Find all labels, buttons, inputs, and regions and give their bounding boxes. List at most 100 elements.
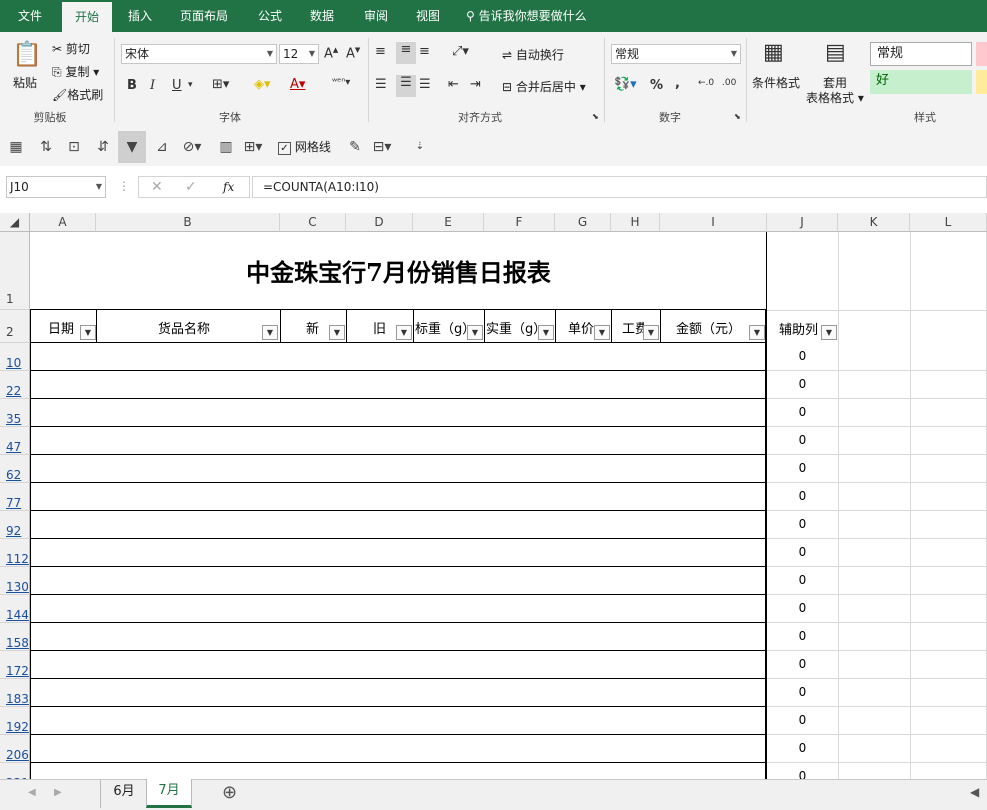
column-header-l[interactable]: L bbox=[910, 213, 987, 232]
filter-dropdown-icon[interactable]: ▼ bbox=[329, 325, 345, 340]
helper-cell[interactable]: 0 bbox=[767, 769, 838, 779]
orientation-icon[interactable]: ⤢▾ bbox=[452, 44, 469, 59]
column-header-j[interactable]: J bbox=[767, 213, 838, 232]
increase-decimal-icon[interactable]: ←.0 bbox=[698, 78, 714, 88]
wrap-text-button[interactable]: ⇌ 自动换行 bbox=[502, 46, 564, 63]
tab-view[interactable]: 视图 bbox=[406, 0, 450, 32]
table-format-button[interactable]: 表格格式 ▾ bbox=[806, 89, 864, 106]
helper-cell[interactable]: 0 bbox=[767, 489, 838, 503]
number-format-combo[interactable]: 常规 ▼ bbox=[611, 44, 741, 64]
border-icon[interactable]: ⊞▾ bbox=[212, 77, 229, 92]
helper-cell[interactable]: 0 bbox=[767, 545, 838, 559]
column-header-k[interactable]: K bbox=[838, 213, 910, 232]
align-right-icon[interactable]: ☰ bbox=[419, 77, 431, 92]
select-all-corner[interactable]: ◢ bbox=[0, 213, 30, 232]
filter-dropdown-icon[interactable]: ▼ bbox=[538, 325, 554, 340]
prev-sheet-icon[interactable]: ◀ bbox=[28, 787, 36, 798]
helper-cell[interactable]: 0 bbox=[767, 461, 838, 475]
header-actual-weight[interactable]: 实重（g） bbox=[486, 318, 538, 337]
add-sheet-icon[interactable]: ⊕ bbox=[222, 782, 237, 803]
filter-dropdown-icon[interactable]: ▼ bbox=[594, 325, 610, 340]
table-row[interactable] bbox=[30, 567, 767, 594]
style-bad[interactable] bbox=[976, 42, 987, 66]
align-middle-icon[interactable]: ≡ bbox=[396, 42, 416, 64]
header-old[interactable]: 旧 bbox=[373, 318, 386, 337]
freeze-icon[interactable]: ⊡ bbox=[64, 137, 84, 157]
header-amount[interactable]: 金额（元） bbox=[676, 318, 741, 337]
underline-button[interactable]: U bbox=[172, 78, 182, 93]
row-header-2[interactable]: 2 bbox=[0, 310, 30, 343]
comma-button[interactable]: , bbox=[675, 76, 680, 91]
helper-cell[interactable]: 0 bbox=[767, 573, 838, 587]
row-header[interactable]: 35 bbox=[0, 399, 30, 427]
row-header[interactable]: 47 bbox=[0, 427, 30, 455]
column-header-g[interactable]: G bbox=[555, 213, 611, 232]
copy-button[interactable]: ⎘ 复制 ▾ bbox=[52, 63, 99, 80]
column-header-f[interactable]: F bbox=[484, 213, 555, 232]
row-header[interactable]: 221 bbox=[0, 763, 30, 779]
filter-active-icon[interactable]: ▼ bbox=[821, 325, 837, 340]
increase-font-icon[interactable]: A▲ bbox=[324, 46, 338, 61]
table-row[interactable] bbox=[30, 707, 767, 734]
column-header-i[interactable]: I bbox=[660, 213, 767, 232]
style-normal[interactable]: 常规 bbox=[870, 42, 972, 66]
table-row[interactable] bbox=[30, 511, 767, 538]
row-header[interactable]: 158 bbox=[0, 623, 30, 651]
filter-dropdown-icon[interactable]: ▼ bbox=[396, 325, 412, 340]
row-header[interactable]: 172 bbox=[0, 651, 30, 679]
helper-cell[interactable]: 0 bbox=[767, 377, 838, 391]
table-row[interactable] bbox=[30, 735, 767, 762]
header-std-weight[interactable]: 标重（g） bbox=[415, 318, 467, 337]
cancel-icon[interactable]: ✕ bbox=[151, 179, 163, 195]
clear-filter-icon[interactable]: ⊘▾ bbox=[182, 137, 202, 157]
helper-cell[interactable]: 0 bbox=[767, 405, 838, 419]
helper-cell[interactable]: 0 bbox=[767, 713, 838, 727]
sheet-tab-july[interactable]: 7月 bbox=[146, 779, 192, 808]
name-box[interactable]: J10 ▼ bbox=[6, 176, 106, 198]
table-row[interactable] bbox=[30, 595, 767, 622]
filter-dropdown-icon[interactable]: ▼ bbox=[643, 325, 659, 340]
filter-icon[interactable]: ▼ bbox=[118, 131, 146, 163]
align-left-icon[interactable]: ☰ bbox=[375, 77, 387, 92]
customize-toolbar-icon[interactable]: ⇣ bbox=[410, 137, 430, 157]
header-product[interactable]: 货品名称 bbox=[158, 318, 210, 337]
formula-input[interactable]: =COUNTA(A10:I10) bbox=[252, 176, 987, 198]
tab-page-layout[interactable]: 页面布局 bbox=[172, 0, 236, 32]
helper-cell[interactable]: 0 bbox=[767, 629, 838, 643]
row-header[interactable]: 112 bbox=[0, 539, 30, 567]
align-top-icon[interactable]: ≡ bbox=[375, 44, 386, 59]
row-header[interactable]: 92 bbox=[0, 511, 30, 539]
column-header-c[interactable]: C bbox=[280, 213, 346, 232]
column-header-h[interactable]: H bbox=[611, 213, 660, 232]
filter-dropdown-icon[interactable]: ▼ bbox=[262, 325, 278, 340]
header-labor[interactable]: 工费 bbox=[622, 318, 644, 337]
table-row[interactable] bbox=[30, 427, 767, 454]
table-format-icon[interactable]: ▤ bbox=[825, 40, 846, 65]
align-center-icon[interactable]: ☰ bbox=[396, 75, 416, 97]
table-row[interactable] bbox=[30, 651, 767, 678]
row-header[interactable]: 206 bbox=[0, 735, 30, 763]
enter-icon[interactable]: ✓ bbox=[185, 179, 197, 195]
header-helper[interactable]: 辅助列 bbox=[779, 319, 823, 338]
tab-insert[interactable]: 插入 bbox=[118, 0, 162, 32]
font-color-icon[interactable]: A▾ bbox=[290, 77, 305, 92]
helper-cell[interactable]: 0 bbox=[767, 349, 838, 363]
header-new[interactable]: 新 bbox=[306, 318, 319, 337]
gridlines-checkbox[interactable]: ✓ 网格线 bbox=[278, 138, 331, 155]
header-date[interactable]: 日期 bbox=[48, 318, 74, 337]
dialog-launcher-icon[interactable]: ⬊ bbox=[734, 112, 741, 121]
sort-icon[interactable]: ⇅ bbox=[36, 137, 56, 157]
style-neutral[interactable] bbox=[976, 70, 987, 94]
helper-cell[interactable]: 0 bbox=[767, 433, 838, 447]
row-header[interactable]: 183 bbox=[0, 679, 30, 707]
columns-icon[interactable]: ▥ bbox=[216, 137, 236, 157]
font-name-combo[interactable]: 宋体 ▼ bbox=[121, 44, 277, 64]
italic-button[interactable]: I bbox=[150, 78, 155, 93]
helper-cell[interactable]: 0 bbox=[767, 601, 838, 615]
filter-dropdown-icon[interactable]: ▼ bbox=[467, 325, 483, 340]
insert-table-icon[interactable]: ⊞▾ bbox=[243, 137, 263, 157]
percent-button[interactable]: % bbox=[650, 78, 663, 93]
filter-dropdown-icon[interactable]: ▼ bbox=[749, 325, 765, 340]
row-header[interactable]: 192 bbox=[0, 707, 30, 735]
row-header[interactable]: 77 bbox=[0, 483, 30, 511]
